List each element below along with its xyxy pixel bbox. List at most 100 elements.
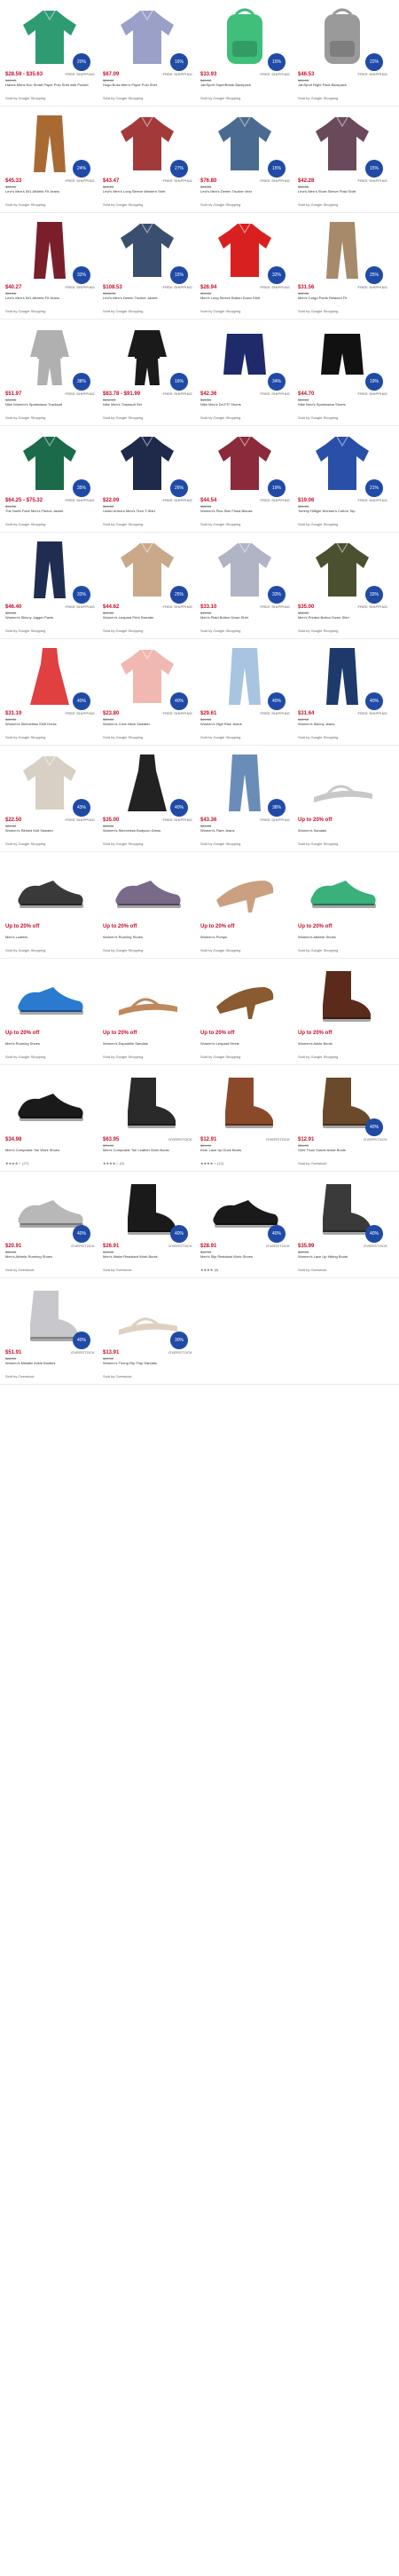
product-title[interactable]: Women's Metallic Ankle Booties <box>5 1361 90 1365</box>
product-card[interactable]: 21% FREE SHIPPING $19.06 $24.00 Tommy Hilfig… <box>296 426 389 531</box>
product-card[interactable]: Up to 20% off Women's Espadrille Sandals S… <box>101 959 194 1063</box>
product-card[interactable]: Up to 20% off Women's Ankle Boots Sold by … <box>296 959 389 1063</box>
product-card[interactable]: $34.98 Men's Composite Toe Work Shoes ★★★★… <box>4 1065 97 1170</box>
product-image[interactable] <box>7 960 92 1028</box>
product-title[interactable]: Men's Plaid Button Down Shirt <box>200 615 286 620</box>
product-title[interactable]: Women's Espadrille Sandals <box>103 1041 188 1046</box>
product-card[interactable]: 33% FREE SHIPPING $35.00 $52.50 Men's Printe… <box>296 533 389 637</box>
product-card[interactable]: Up to 20% off Women's Pumps Sold by Google… <box>199 852 292 957</box>
product-title[interactable]: Tommy Hilfiger Women's Cotton Top <box>298 509 383 513</box>
product-card[interactable]: 40% OVERSTOCK $28.91 $47.99 Men's Slip Resis… <box>199 1172 292 1276</box>
product-card[interactable]: OVERSTOCK $12.91 $24.99 Kids' Lace Up Duck … <box>199 1065 292 1170</box>
product-card[interactable]: 33% FREE SHIPPING $46.40 $69.50 Women's Skin… <box>4 533 97 637</box>
product-title[interactable]: JanSport SuperBreak Backpack <box>200 83 286 87</box>
product-card[interactable]: 33% FREE SHIPPING $33.10 $49.50 Men's Plaid … <box>199 533 292 637</box>
product-title[interactable]: Nike Women's Sportswear Tracksuit <box>5 402 90 407</box>
product-title[interactable]: JanSport Right Pack Backpack <box>298 83 383 87</box>
product-card[interactable]: 40% FREE SHIPPING $31.64 $52.50 Women's Skin… <box>296 639 389 744</box>
product-card[interactable]: 15% FREE SHIPPING $33.93 $40.00 JanSport Sup… <box>199 0 292 105</box>
product-title[interactable]: Men's Printed Button Down Shirt <box>298 615 383 620</box>
product-title[interactable]: Men's Water Resistant Work Boots <box>103 1254 188 1259</box>
product-card[interactable]: 16% FREE SHIPPING $83.78 - $91.99 $100.00 Ni… <box>101 320 194 424</box>
product-card[interactable]: 27% FREE SHIPPING $43.47 $60.00 Levi's Men's… <box>101 107 194 211</box>
product-card[interactable]: 40% OVERSTOCK $35.99 $59.99 Women's Lace Up … <box>296 1172 389 1276</box>
product-card[interactable]: 30% OVERSTOCK $13.91 $19.99 Women's Thong Fl… <box>101 1278 194 1383</box>
product-title[interactable]: Women's Sleeveless Shift Dress <box>5 722 90 726</box>
product-card[interactable]: 40% OVERSTOCK $26.91 $44.99 Men's Water Resi… <box>101 1172 194 1276</box>
product-title[interactable]: Men's Loafers <box>5 935 90 939</box>
product-card[interactable]: 34% FREE SHIPPING $42.36 $65.00 Nike Men's D… <box>199 320 292 424</box>
product-card[interactable]: 19% FREE SHIPPING $44.70 $55.00 Nike Men's S… <box>296 320 389 424</box>
product-image[interactable] <box>300 960 385 1028</box>
product-title[interactable]: Women's Sandals <box>298 828 383 833</box>
product-image[interactable] <box>202 960 287 1028</box>
product-title[interactable]: Men's Cargo Pants Relaxed Fit <box>298 296 383 300</box>
product-card[interactable]: 38% FREE SHIPPING $51.97 $84.00 Nike Women's… <box>4 320 97 424</box>
product-card[interactable]: Up to 20% off Men's Running Shoes Sold by … <box>4 959 97 1063</box>
product-title[interactable]: Women's Ankle Boots <box>298 1041 383 1046</box>
product-title[interactable]: Levi's Men's 541 Athletic Fit Jeans <box>5 296 90 300</box>
product-card[interactable]: Up to 20% off Women's Running Shoes Sold b… <box>101 852 194 957</box>
product-image[interactable] <box>7 854 92 921</box>
product-card[interactable]: 43% FREE SHIPPING $22.50 $39.50 Women's Ribb… <box>4 746 97 850</box>
product-card[interactable]: 40% FREE SHIPPING $31.19 $52.00 Women's Slee… <box>4 639 97 744</box>
product-card[interactable]: Up to 20% off Men's Loafers Sold by Google… <box>4 852 97 957</box>
product-image[interactable] <box>202 854 287 921</box>
product-card[interactable]: 25% FREE SHIPPING $44.62 $59.50 Women's Leop… <box>101 533 194 637</box>
product-title[interactable]: Levi's Men's Long Sleeve Western Shirt <box>103 189 188 194</box>
product-card[interactable]: OVERSTOCK $63.95 $79.99 Men's Composite Toe… <box>101 1065 194 1170</box>
product-card[interactable]: 20% FREE SHIPPING $28.59 - $35.63 $40.00 Han… <box>4 0 97 105</box>
product-title[interactable]: Women's Ribbed Knit Sweater <box>5 828 90 833</box>
product-card[interactable]: 40% OVERSTOCK $12.91 $24.99 Girls' Faux Sued… <box>296 1065 389 1170</box>
product-card[interactable]: 25% FREE SHIPPING $31.56 $42.00 Men's Cargo … <box>296 213 389 318</box>
product-card[interactable]: 15% FREE SHIPPING $76.80 $90.00 Levi's Men's… <box>199 107 292 211</box>
product-card[interactable]: 19% FREE SHIPPING $44.54 $55.00 Women's Plus… <box>199 426 292 531</box>
product-title[interactable]: Women's Flare Jeans <box>200 828 286 833</box>
product-card[interactable]: 32% FREE SHIPPING $40.27 $59.50 Levi's Men's… <box>4 213 97 318</box>
product-title[interactable]: Men's Running Shoes <box>5 1041 90 1046</box>
product-image[interactable] <box>105 854 190 921</box>
product-title[interactable]: Women's Plus Size Floral Blouse <box>200 509 286 513</box>
product-card[interactable]: 32% FREE SHIPPING $26.94 $39.50 Men's Long S… <box>199 213 292 318</box>
product-title[interactable]: Kids' Lace Up Duck Boots <box>200 1148 286 1152</box>
product-card[interactable]: Up to 20% off Women's Leopard Heels Sold b… <box>199 959 292 1063</box>
product-image[interactable] <box>105 960 190 1028</box>
product-title[interactable]: Nike Men's Sportswear Shorts <box>298 402 383 407</box>
product-title[interactable]: Women's Leopard Heels <box>200 1041 286 1046</box>
product-card[interactable]: 40% FREE SHIPPING $23.80 $39.50 Women's Crew… <box>101 639 194 744</box>
product-card[interactable]: 26% FREE SHIPPING $22.09 $30.00 Under Armour… <box>101 426 194 531</box>
product-title[interactable]: Women's Skinny Jogger Pants <box>5 615 90 620</box>
product-title[interactable]: Women's Running Shoes <box>103 935 188 939</box>
product-card[interactable]: 40% FREE SHIPPING $35.00 $58.00 Women's Slee… <box>101 746 194 850</box>
product-title[interactable]: Women's High Rise Jeans <box>200 722 286 726</box>
product-card[interactable]: Up to 20% off Women's Sandals Sold by Goog… <box>296 746 389 850</box>
product-title[interactable]: Women's Athletic Shoes <box>298 935 383 939</box>
product-image[interactable] <box>105 1067 190 1134</box>
product-image[interactable] <box>202 1067 287 1134</box>
product-card[interactable]: 38% FREE SHIPPING $43.36 $69.50 Women's Flar… <box>199 746 292 850</box>
product-card[interactable]: 15% FREE SHIPPING $42.28 $50.00 Levi's Men's… <box>296 107 389 211</box>
product-image[interactable] <box>7 1067 92 1134</box>
product-title[interactable]: Women's Crew Neck Sweater <box>103 722 188 726</box>
product-title[interactable]: Girls' Faux Suede Ankle Boots <box>298 1148 383 1152</box>
product-title[interactable]: Levi's Men's Denim Trucker Vest <box>200 189 286 194</box>
product-title[interactable]: Nike Men's Tracksuit Set <box>103 402 188 407</box>
product-title[interactable]: Men's Slip Resistant Work Shoes <box>200 1254 286 1259</box>
product-card[interactable]: Up to 20% off Women's Athletic Shoes Sold … <box>296 852 389 957</box>
product-card[interactable]: 22% FREE SHIPPING $46.53 $60.00 JanSport Rig… <box>296 0 389 105</box>
product-title[interactable]: Men's Composite Toe Work Shoes <box>5 1148 90 1152</box>
product-card[interactable]: 35% FREE SHIPPING $64.25 - $75.32 $99.00 The… <box>4 426 97 531</box>
product-image[interactable] <box>300 854 385 921</box>
product-title[interactable]: Levi's Men's 541 Athletic Fit Jeans <box>5 189 90 194</box>
product-title[interactable]: Women's Leopard Print Sweater <box>103 615 188 620</box>
product-card[interactable]: 40% FREE SHIPPING $29.61 $49.50 Women's High… <box>199 639 292 744</box>
product-title[interactable]: Men's Athletic Running Shoes <box>5 1254 90 1259</box>
product-title[interactable]: Hanes Mens Eco Smart Pique Polo Shirt wi… <box>5 83 90 87</box>
product-title[interactable]: Women's Thong Flip Flop Sandals <box>103 1361 188 1365</box>
product-title[interactable]: Women's Lace Up Hiking Boots <box>298 1254 383 1259</box>
product-title[interactable]: Men's Long Sleeve Button Down Shirt <box>200 296 286 300</box>
product-title[interactable]: Men's Composite Toe Leather Work Boots <box>103 1148 188 1152</box>
product-title[interactable]: Women's Sleeveless Bodycon Dress <box>103 828 188 833</box>
product-title[interactable]: Under Armour Men's Tech T-Shirt <box>103 509 188 513</box>
product-title[interactable]: Hugo Boss Men's Pique Polo Shirt <box>103 83 188 87</box>
